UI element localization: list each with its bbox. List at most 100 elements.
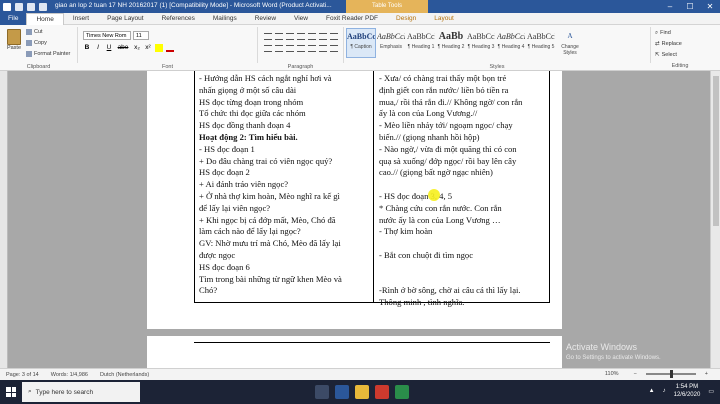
font-name-select[interactable]: Times New Rom (83, 31, 131, 40)
tab-page-layout[interactable]: Page Layout (98, 13, 153, 25)
copy-button[interactable]: Copy (26, 40, 47, 46)
italic-button[interactable]: I (94, 44, 102, 52)
tab-review[interactable]: Review (246, 13, 285, 25)
cut-button[interactable]: Cut (26, 29, 43, 35)
table-line: mua,/ rồi thả rắn đi.// Không ngờ/ con r… (379, 96, 523, 107)
table-line: nước ấy là con của Long Vương … (379, 214, 501, 225)
minimize-button[interactable]: – (660, 0, 680, 13)
alignment-buttons (264, 45, 338, 52)
start-button[interactable] (0, 380, 22, 404)
font-color-icon[interactable] (166, 44, 174, 52)
zoom-level[interactable]: 110% (599, 371, 625, 377)
table-line: cao.// (giọng bất ngờ ngạc nhiên) (379, 167, 493, 178)
select-button[interactable]: ⇱ Select (655, 50, 682, 61)
table-line: Hoạt động 2: Tìm hiểu bài. (199, 131, 298, 142)
table-cell-left[interactable]: - Hướng dẫn HS cách ngắt nghỉ hơi và nhấn… (199, 73, 371, 297)
decrease-indent-icon[interactable] (297, 33, 305, 40)
table-cell-right[interactable]: - Xưa/ có chàng trai thấy một bọn trẻ địn… (379, 73, 549, 309)
numbering-icon[interactable] (275, 33, 283, 40)
table-line: * Chàng cứu con rắn nước. Con rắn (379, 202, 502, 213)
clipboard-group-label: Clipboard (26, 64, 51, 70)
save-icon[interactable] (15, 2, 23, 11)
document-page-next[interactable] (147, 336, 562, 368)
table-line: để lấy lại viên ngọc? (199, 202, 271, 213)
shading-icon[interactable] (319, 45, 327, 52)
tab-layout[interactable]: Layout (425, 13, 463, 25)
strikethrough-button[interactable]: abe (116, 44, 130, 52)
paste-icon (7, 29, 21, 45)
superscript-button[interactable]: x² (144, 44, 152, 52)
clock-time: 1:54 PM (675, 384, 699, 390)
zoom-slider-knob[interactable] (669, 370, 673, 378)
chrome-icon[interactable] (395, 385, 409, 399)
clock[interactable]: 1:54 PM 12/6/2020 (674, 383, 701, 399)
table-line (379, 179, 549, 191)
volume-icon[interactable]: ♪ (663, 388, 666, 394)
format-painter-label: Format Painter (34, 51, 71, 57)
binoculars-icon: ⌕ (655, 30, 659, 36)
network-icon[interactable]: ▲ (649, 388, 655, 394)
line-spacing-icon[interactable] (308, 45, 316, 52)
justify-icon[interactable] (297, 45, 305, 52)
find-button[interactable]: ⌕ Find (655, 28, 682, 39)
cut-label: Cut (34, 29, 43, 35)
table-line: làm cách nào để lấy lại ngọc? (199, 226, 301, 237)
redo-icon[interactable] (39, 2, 47, 11)
zoom-out-icon[interactable]: − (628, 371, 643, 377)
borders-icon[interactable] (330, 45, 338, 52)
file-explorer-icon[interactable] (355, 385, 369, 399)
bullets-icon[interactable] (264, 33, 272, 40)
undo-icon[interactable] (27, 2, 35, 11)
show-marks-icon[interactable] (330, 33, 338, 40)
language-indicator[interactable]: Dutch (Netherlands) (94, 372, 155, 378)
task-view-icon[interactable] (315, 385, 329, 399)
window-title: giao an lop 2 tuan 17 NH 20162017 (1) [C… (55, 2, 332, 9)
search-placeholder: Type here to search (35, 388, 94, 396)
underline-button[interactable]: U (105, 44, 113, 52)
tab-design[interactable]: Design (387, 13, 425, 25)
table-line: - Nào ngờ,/ vừa đi một quãng thì có con (379, 143, 517, 154)
tab-file[interactable]: File (0, 12, 27, 25)
tab-view[interactable]: View (285, 13, 317, 25)
word-app-icon[interactable] (3, 2, 11, 11)
word-taskbar-icon[interactable] (335, 385, 349, 399)
taskbar-search[interactable]: ⌕ Type here to search (22, 382, 140, 402)
replace-label: Replace (661, 41, 682, 47)
table-line: - Xưa/ có chàng trai thấy một bọn trẻ (379, 73, 507, 83)
maximize-button[interactable]: ☐ (680, 0, 700, 13)
tab-references[interactable]: References (153, 13, 204, 25)
copy-icon (26, 40, 32, 46)
subscript-button[interactable]: x₂ (133, 44, 141, 52)
align-center-icon[interactable] (275, 45, 283, 52)
tab-home[interactable]: Home (26, 12, 64, 25)
align-left-icon[interactable] (264, 45, 272, 52)
bold-button[interactable]: B (83, 44, 91, 52)
tab-mailings[interactable]: Mailings (204, 13, 246, 25)
tab-insert[interactable]: Insert (64, 13, 98, 25)
paste-label: Paste (6, 45, 22, 51)
scrollbar-thumb[interactable] (713, 76, 719, 226)
sort-icon[interactable] (319, 33, 327, 40)
table-column-divider (373, 71, 374, 303)
paste-button[interactable]: Paste (4, 29, 24, 59)
highlight-color-icon[interactable] (155, 44, 163, 52)
align-right-icon[interactable] (286, 45, 294, 52)
replace-button[interactable]: ⇄ Replace (655, 39, 682, 50)
vertical-scrollbar[interactable] (710, 71, 720, 368)
zoom-slider[interactable] (645, 370, 696, 378)
close-button[interactable]: ✕ (700, 0, 720, 13)
multilevel-list-icon[interactable] (286, 33, 294, 40)
format-painter-button[interactable]: Format Painter (26, 51, 70, 57)
document-page[interactable]: - Hướng dẫn HS cách ngắt nghỉ hơi và nhấn… (147, 71, 562, 329)
taskbar: ⌕ Type here to search ▲ ♪ 1:54 PM 12/6/2… (0, 380, 720, 404)
notifications-icon[interactable]: ▭ (708, 388, 714, 395)
font-size-select[interactable]: 11 (133, 31, 149, 40)
tab-foxit-reader-pdf[interactable]: Foxit Reader PDF (317, 13, 387, 25)
increase-indent-icon[interactable] (308, 33, 316, 40)
page-indicator[interactable]: Page: 3 of 14 (0, 372, 45, 378)
table-line: biến.// (giọng nhanh hồi hộp) (379, 131, 480, 142)
foxit-reader-icon[interactable] (375, 385, 389, 399)
document-area: - Hướng dẫn HS cách ngắt nghỉ hơi và nhấn… (0, 71, 720, 368)
zoom-in-icon[interactable]: + (699, 371, 714, 377)
word-count[interactable]: Words: 1/4,986 (45, 372, 94, 378)
